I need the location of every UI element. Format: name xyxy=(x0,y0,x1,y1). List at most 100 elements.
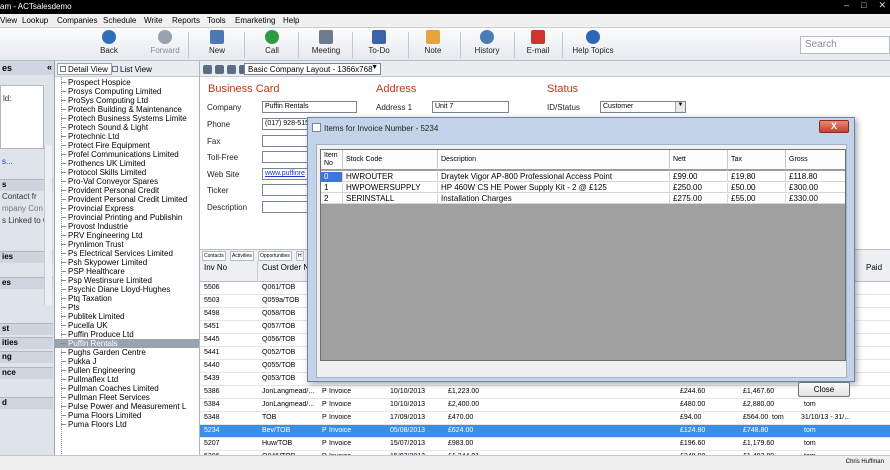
tab-activities[interactable]: Activities xyxy=(230,251,254,261)
description-header[interactable]: Description xyxy=(438,150,670,170)
company-list-item[interactable]: Prospect Hospice xyxy=(55,78,199,87)
company-field[interactable]: Puffin Rentals xyxy=(262,101,357,113)
paid-header[interactable]: Paid xyxy=(862,261,890,282)
company-list-item[interactable]: Pullman Coaches Limited xyxy=(55,384,199,393)
tax-header[interactable]: Tax xyxy=(728,150,786,170)
tab-contacts[interactable]: Contacts xyxy=(202,251,226,261)
company-list-item[interactable]: Ps Electrical Services Limited xyxy=(55,249,199,258)
company-list-item[interactable]: Pucella UK xyxy=(55,321,199,330)
list-view-tab[interactable]: List View xyxy=(109,63,156,75)
company-list-item[interactable]: PRV Engineering Ltd xyxy=(55,231,199,240)
tab-opportunities[interactable]: Opportunities xyxy=(258,251,292,261)
company-list-item[interactable]: Protech Building & Maintenance xyxy=(55,105,199,114)
invoice-row[interactable]: 5386 JonLangmead/... P Invoice 10/10/2013 £1,… xyxy=(200,386,890,399)
company-list-item[interactable]: Prothencs UK Limited xyxy=(55,159,199,168)
menu-view[interactable]: View xyxy=(0,16,17,25)
todo-button[interactable]: To-Do xyxy=(364,30,394,59)
close-icon[interactable]: ✕ xyxy=(878,0,886,12)
item-row[interactable]: 0 HWROUTER Draytek Vigor AP-800 Profession… xyxy=(321,171,845,182)
ticker-field[interactable] xyxy=(262,184,308,196)
company-list-item[interactable]: Puffin Rentals xyxy=(55,339,199,348)
tab-history[interactable]: H xyxy=(296,251,304,261)
id-status-select[interactable]: Customer ▼ xyxy=(600,101,686,113)
company-list-item[interactable]: Prosys Computing Limited xyxy=(55,87,199,96)
tollfree-field[interactable] xyxy=(262,151,308,163)
panel-section[interactable]: ng xyxy=(0,351,53,363)
menu-lookup[interactable]: Lookup xyxy=(22,16,48,25)
minimize-icon[interactable]: – xyxy=(844,0,849,12)
panel-scrollbar[interactable] xyxy=(44,145,52,305)
company-list-item[interactable]: Puma Floors Ltd xyxy=(55,420,199,429)
menu-reports[interactable]: Reports xyxy=(172,16,200,25)
nett-header[interactable]: Nett xyxy=(670,150,728,170)
company-list-item[interactable]: Prynlimon Trust xyxy=(55,240,199,249)
menu-help[interactable]: Help xyxy=(283,16,299,25)
invoice-row[interactable]: 5384 JonLangmead/... P Invoice 10/10/2013 £2,… xyxy=(200,399,890,412)
company-list-item[interactable]: Pullman Fleet Services xyxy=(55,393,199,402)
company-list-item[interactable]: Provident Personal Credit xyxy=(55,186,199,195)
company-list-item[interactable]: Publitek Limited xyxy=(55,312,199,321)
menu-write[interactable]: Write xyxy=(144,16,163,25)
email-button[interactable]: E-mail xyxy=(524,30,552,59)
more-link[interactable]: s... xyxy=(2,157,13,166)
close-button[interactable]: Close xyxy=(798,382,850,397)
company-list-item[interactable]: Protech Sound & Light xyxy=(55,123,199,132)
company-list-item[interactable]: Profel Communications Limited xyxy=(55,150,199,159)
company-list-item[interactable]: Pts xyxy=(55,303,199,312)
company-list-item[interactable]: Puffin Produce Ltd xyxy=(55,330,199,339)
company-list-item[interactable]: Pro-Val Conveyor Spares xyxy=(55,177,199,186)
company-list-item[interactable]: Protechnic Ltd xyxy=(55,132,199,141)
inv-no-header[interactable]: Inv No xyxy=(200,261,258,282)
company-list-item[interactable]: Protect Fire Equipment xyxy=(55,141,199,150)
save-icon[interactable] xyxy=(203,65,212,74)
address1-field[interactable]: Unit 7 xyxy=(432,101,509,113)
company-list-item[interactable]: Psp Westinsure Limited xyxy=(55,276,199,285)
back-button[interactable]: Back xyxy=(96,30,122,59)
company-list-item[interactable]: Pulse Power and Measurement L xyxy=(55,402,199,411)
layout-select[interactable]: Basic Company Layout - 1366x768 ▼ xyxy=(244,63,381,75)
maximize-icon[interactable]: □ xyxy=(861,0,866,12)
new-button[interactable]: New xyxy=(204,30,230,59)
panel-link[interactable]: Contact fr xyxy=(2,192,37,201)
gross-header[interactable]: Gross xyxy=(786,150,845,170)
company-list-item[interactable]: Ptq Taxation xyxy=(55,294,199,303)
company-list-item[interactable]: Provost Industrie xyxy=(55,222,199,231)
panel-section[interactable]: st xyxy=(0,323,53,335)
item-no-header[interactable]: Item No xyxy=(321,150,343,170)
call-button[interactable]: Call xyxy=(260,30,284,59)
company-list-item[interactable]: Pullen Engineering xyxy=(55,366,199,375)
panel-section[interactable]: ities xyxy=(0,337,53,349)
company-list-item[interactable]: Puma Floors Limited xyxy=(55,411,199,420)
menu-tools[interactable]: Tools xyxy=(207,16,226,25)
contact-icon[interactable] xyxy=(227,65,236,74)
company-list-item[interactable]: Pughs Garden Centre xyxy=(55,348,199,357)
panel-link[interactable]: mpany Con xyxy=(2,204,43,213)
note-button[interactable]: Note xyxy=(420,30,446,59)
menu-companies[interactable]: Companies xyxy=(57,16,97,25)
search-input[interactable]: Search xyxy=(800,36,890,54)
panel-link[interactable]: s Linked to C xyxy=(2,216,49,225)
company-list-item[interactable]: Provincial Printing and Publishin xyxy=(55,213,199,222)
panel-section[interactable]: nce xyxy=(0,367,53,379)
menu-schedule[interactable]: Schedule xyxy=(103,16,136,25)
help-topics-button[interactable]: Help Topics xyxy=(571,30,615,59)
detail-view-tab[interactable]: Detail View xyxy=(57,63,112,75)
dialog-close-icon[interactable]: X xyxy=(819,120,849,133)
company-list-item[interactable]: Psh Skypower Limited xyxy=(55,258,199,267)
invoice-row[interactable]: 5207 Huw/TOB P Invoice 15/07/2013 £983.00 £196… xyxy=(200,438,890,451)
phone-field[interactable]: (017) 928-515 xyxy=(262,118,308,130)
stock-code-header[interactable]: Stock Code xyxy=(343,150,438,170)
item-row[interactable]: 1 HWPOWERSUPPLY HP 460W CS HE Power Supply… xyxy=(321,182,845,193)
company-list-item[interactable]: Pukka J xyxy=(55,357,199,366)
website-field[interactable]: www.puffinre xyxy=(262,168,308,180)
company-list-item[interactable]: Pullmaflex Ltd xyxy=(55,375,199,384)
item-row[interactable]: 2 SERINSTALL Installation Charges £275.00 £5… xyxy=(321,193,845,204)
description-field[interactable] xyxy=(262,201,308,213)
company-list-item[interactable]: Protech Business Systems Limite xyxy=(55,114,199,123)
company-list-item[interactable]: PSP Healthcare xyxy=(55,267,199,276)
forward-button[interactable]: Forward xyxy=(148,30,182,59)
company-list-item[interactable]: Psychic Diane Lloyd-Hughes xyxy=(55,285,199,294)
company-list-item[interactable]: ProSys Computing Ltd xyxy=(55,96,199,105)
collapse-icon[interactable]: « xyxy=(47,62,52,72)
meeting-button[interactable]: Meeting xyxy=(308,30,344,59)
